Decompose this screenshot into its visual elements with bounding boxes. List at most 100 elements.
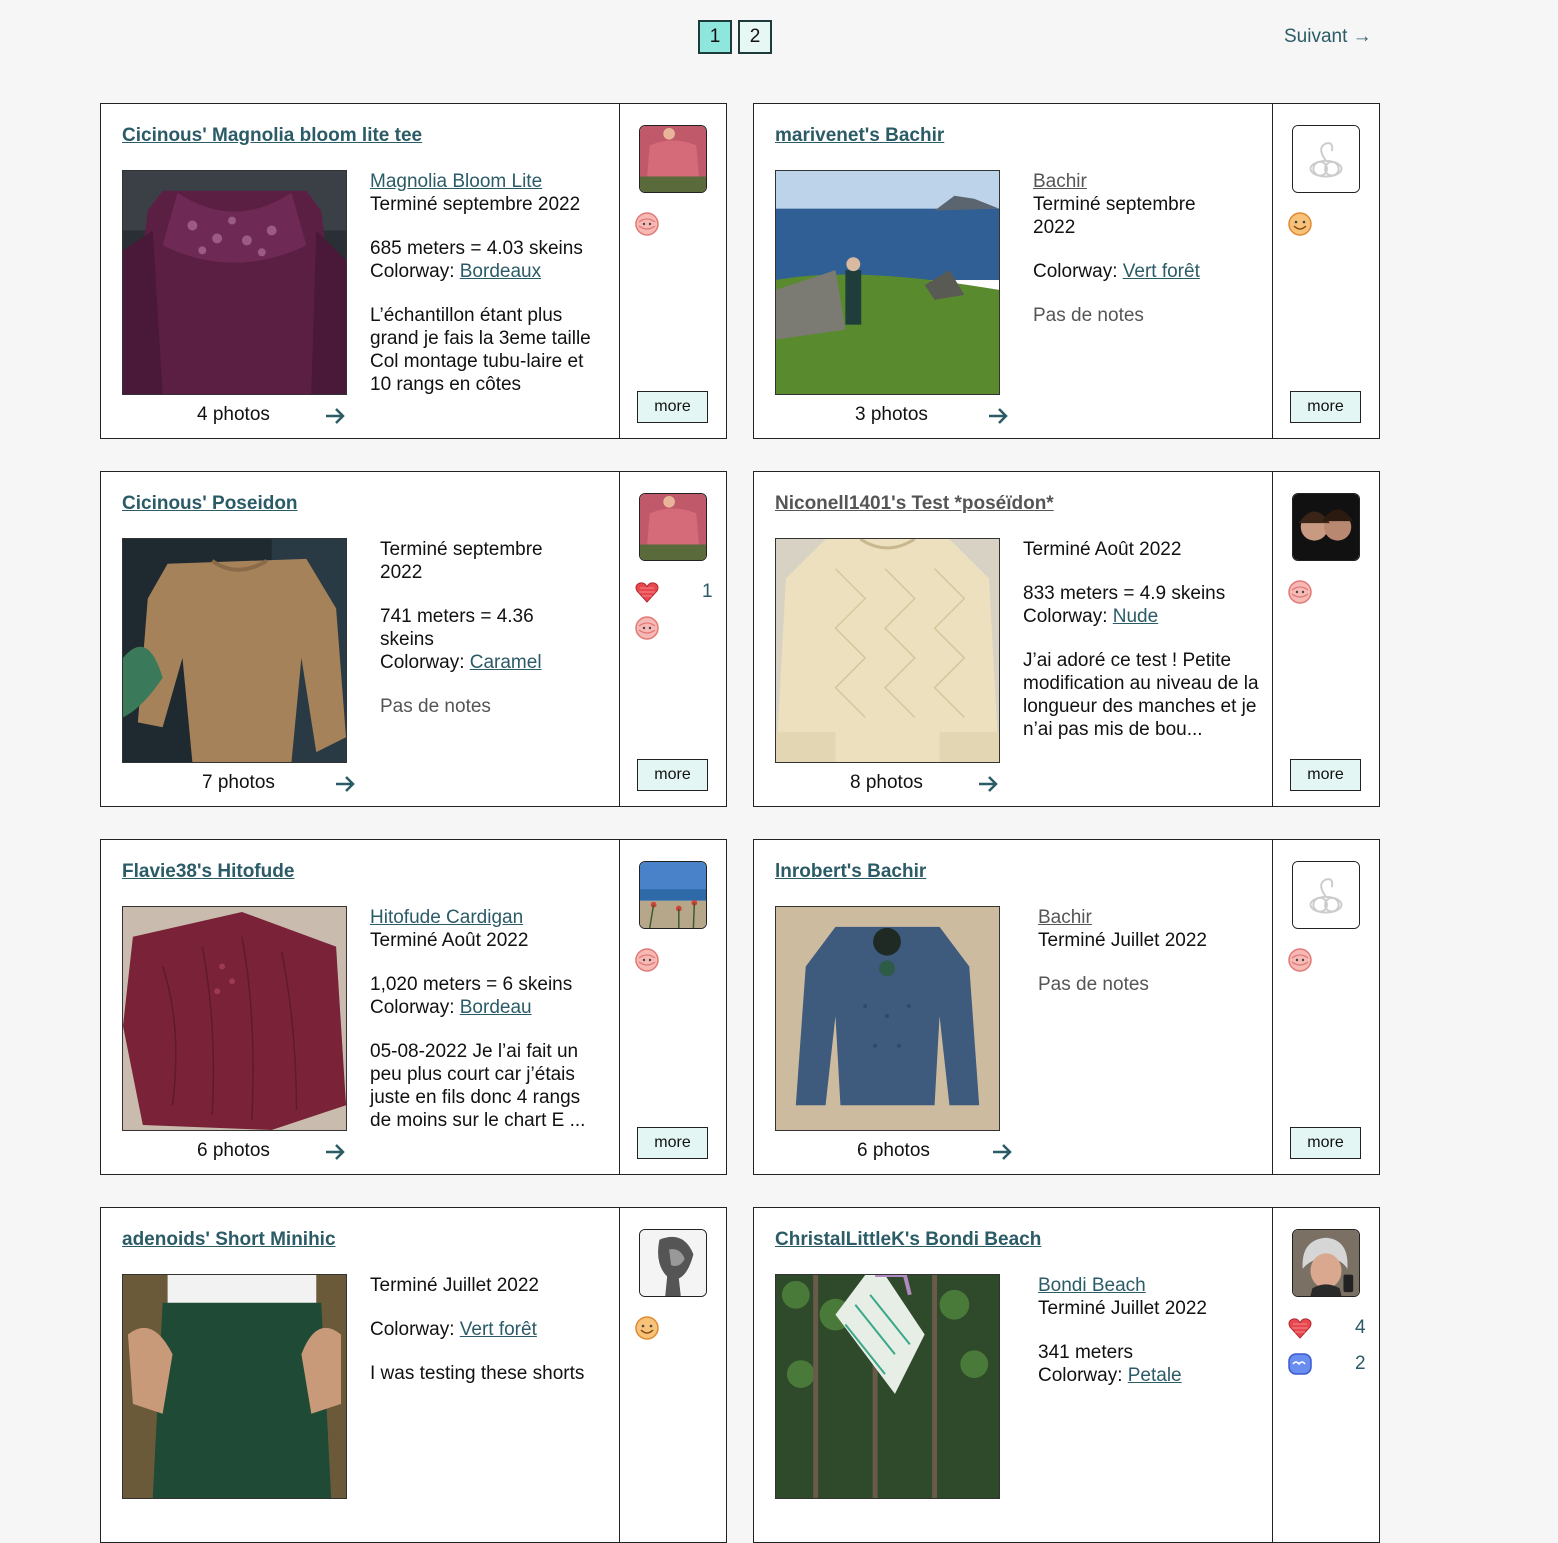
project-title-link[interactable]: adenoids' Short Minihic (122, 1229, 336, 1251)
heart-icon[interactable] (634, 579, 660, 605)
colorway-label: Colorway: (1038, 1365, 1128, 1386)
user-avatar[interactable] (1292, 125, 1360, 193)
project-photo[interactable] (775, 170, 1000, 395)
arrow-right-icon[interactable] (976, 772, 1000, 796)
project-title-link[interactable]: lnrobert's Bachir (775, 861, 926, 883)
project-main: marivenet's Bachir 3 photos Bachir Termi… (754, 104, 1272, 438)
sweater-photo-image (776, 539, 999, 762)
heart-icon[interactable] (1287, 1315, 1313, 1341)
arrow-right-icon[interactable] (323, 404, 347, 428)
yarn-ball-icon[interactable] (634, 615, 660, 641)
more-button[interactable]: more (1290, 1127, 1361, 1159)
yarn-ball-icon[interactable] (1287, 947, 1313, 973)
more-button[interactable]: more (637, 391, 708, 423)
colorway-row: Colorway: Bordeaux (370, 260, 606, 283)
avatar-image (640, 126, 706, 192)
smiley-yarn-icon[interactable] (634, 1315, 660, 1341)
photos-count: 6 photos (857, 1140, 930, 1161)
project-info: Bondi Beach Terminé Juillet 2022 341 met… (1038, 1274, 1248, 1387)
project-photo[interactable] (775, 1274, 1000, 1499)
project-title-link[interactable]: marivenet's Bachir (775, 125, 944, 147)
yarn-amount: 741 meters = 4.36 skeins (380, 606, 534, 650)
project-title-link[interactable]: Niconell1401's Test *poséïdon* (775, 493, 1054, 515)
project-title-link[interactable]: Cicinous' Magnolia bloom lite tee (122, 125, 422, 147)
project-photo[interactable] (775, 906, 1000, 1131)
project-photo[interactable] (122, 538, 347, 763)
arrow-right-icon[interactable] (990, 1140, 1014, 1164)
colorway-link[interactable]: Bordeaux (460, 261, 541, 282)
user-avatar[interactable] (1292, 493, 1360, 561)
project-side: more (1272, 840, 1379, 1174)
colorway-link[interactable]: Vert forêt (1123, 261, 1200, 282)
yarn-amount: 685 meters = 4.03 skeins (370, 238, 583, 259)
colorway-label: Colorway: (1023, 606, 1113, 627)
smiley-yarn-icon[interactable] (1287, 211, 1313, 237)
status-text: Terminé Juillet 2022 (370, 1275, 539, 1296)
user-avatar[interactable] (639, 493, 707, 561)
project-side (619, 1208, 726, 1542)
colorway-label: Colorway: (380, 652, 470, 673)
page-2-button[interactable]: 2 (738, 20, 772, 54)
colorway-link[interactable]: Bordeau (460, 997, 532, 1018)
project-card: Cicinous' Poseidon 7 photos Terminé sept… (100, 471, 727, 807)
project-main: Niconell1401's Test *poséïdon* 8 photos … (754, 472, 1272, 806)
project-side: more (1272, 472, 1379, 806)
project-side: more (619, 840, 726, 1174)
pattern-link[interactable]: Bondi Beach (1038, 1274, 1248, 1297)
yarn-ball-icon[interactable] (634, 947, 660, 973)
colorway-label: Colorway: (370, 261, 460, 282)
status-text: Terminé Juillet 2022 (1038, 1298, 1207, 1319)
project-main: Cicinous' Magnolia bloom lite tee 4 phot… (101, 104, 619, 438)
project-main: adenoids' Short Minihic Terminé Juillet … (101, 1208, 619, 1542)
status-text: Terminé septembre 2022 (1033, 194, 1196, 238)
more-button[interactable]: more (637, 1127, 708, 1159)
pattern-link[interactable]: Magnolia Bloom Lite (370, 170, 606, 193)
status-text: Terminé Août 2022 (370, 930, 529, 951)
next-page-link[interactable]: Suivant → (1284, 26, 1372, 48)
blue-yarn-icon[interactable] (1287, 1351, 1313, 1377)
project-title-link[interactable]: ChristalLittleK's Bondi Beach (775, 1229, 1041, 1251)
project-notes: 05-08-2022 Je l’ai fait un peu plus cour… (370, 1041, 586, 1131)
more-button[interactable]: more (1290, 391, 1361, 423)
yarn-amount: 1,020 meters = 6 skeins (370, 974, 573, 995)
colorway-row: Colorway: Bordeau (370, 996, 606, 1019)
colorway-link[interactable]: Nude (1113, 606, 1158, 627)
yarn-ball-icon[interactable] (634, 211, 660, 237)
page-1-button[interactable]: 1 (698, 20, 732, 54)
project-main: lnrobert's Bachir 6 photos Bachir Termin… (754, 840, 1272, 1174)
arrow-right-icon[interactable] (323, 1140, 347, 1164)
project-card: Niconell1401's Test *poséïdon* 8 photos … (753, 471, 1380, 807)
colorway-row: Colorway: Caramel (380, 651, 580, 674)
colorway-link[interactable]: Vert forêt (460, 1319, 537, 1340)
user-avatar[interactable] (639, 125, 707, 193)
user-avatar[interactable] (1292, 1229, 1360, 1297)
user-avatar[interactable] (639, 1229, 707, 1297)
pagination: 1 2 (698, 20, 772, 54)
more-button[interactable]: more (637, 759, 708, 791)
arrow-right-icon[interactable] (333, 772, 357, 796)
project-card: Flavie38's Hitofude 6 photos Hitofude Ca… (100, 839, 727, 1175)
project-title-link[interactable]: Cicinous' Poseidon (122, 493, 298, 515)
project-title-link[interactable]: Flavie38's Hitofude (122, 861, 294, 883)
cardigan-photo-image (123, 907, 346, 1130)
more-button[interactable]: more (1290, 759, 1361, 791)
project-photo[interactable] (122, 906, 347, 1131)
yarn-ball-icon[interactable] (1287, 579, 1313, 605)
photos-count: 4 photos (197, 404, 270, 425)
pattern-link[interactable]: Bachir (1033, 170, 1233, 193)
project-card: adenoids' Short Minihic Terminé Juillet … (100, 1207, 727, 1543)
user-avatar[interactable] (639, 861, 707, 929)
project-photo[interactable] (122, 1274, 347, 1499)
pattern-link[interactable]: Bachir (1038, 906, 1248, 929)
colorway-link[interactable]: Caramel (470, 652, 542, 673)
project-photo[interactable] (775, 538, 1000, 763)
status-text: Terminé Juillet 2022 (1038, 930, 1207, 951)
arrow-right-icon[interactable] (986, 404, 1010, 428)
project-notes: Pas de notes (1033, 305, 1144, 326)
user-avatar[interactable] (1292, 861, 1360, 929)
colorway-row: Colorway: Vert forêt (1033, 260, 1233, 283)
pattern-link[interactable]: Hitofude Cardigan (370, 906, 606, 929)
photos-count: 3 photos (855, 404, 928, 425)
project-photo[interactable] (122, 170, 347, 395)
colorway-link[interactable]: Petale (1128, 1365, 1182, 1386)
